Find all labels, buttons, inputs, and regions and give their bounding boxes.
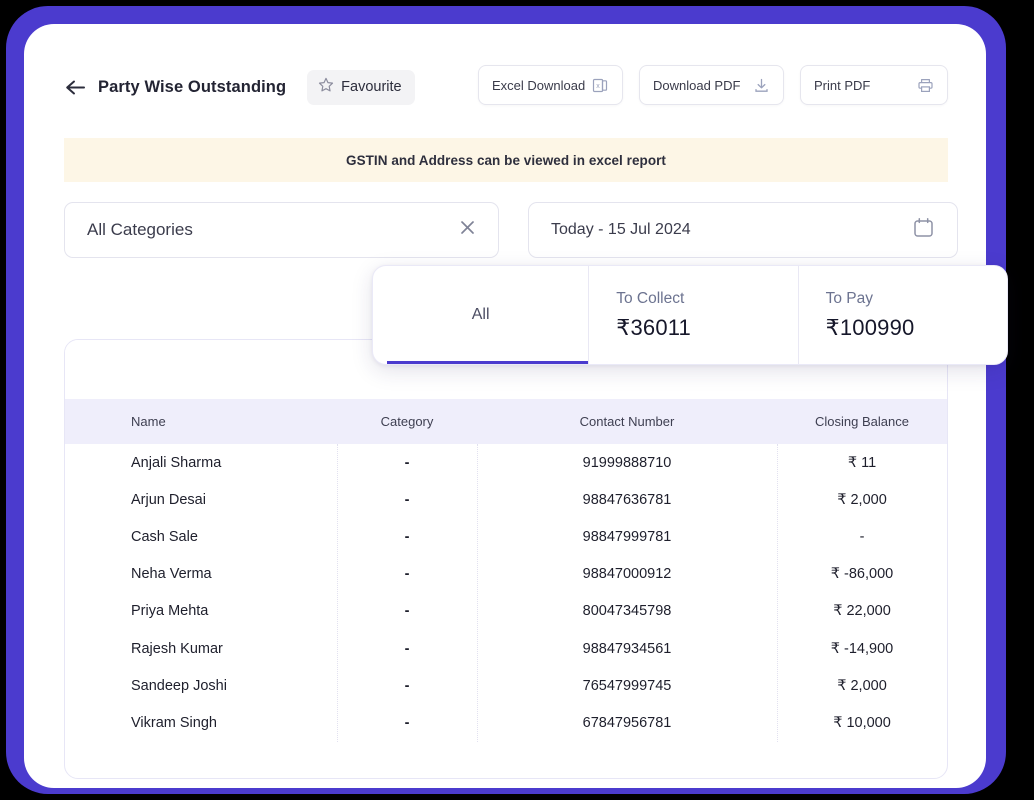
cell-category: - (337, 529, 477, 545)
summary-tab-all[interactable]: All (373, 266, 588, 364)
cell-contact: 98847934561 (477, 641, 777, 657)
summary-to-collect[interactable]: To Collect ₹36011 (588, 266, 797, 364)
printer-icon (916, 76, 934, 94)
summary-tab-all-label: All (472, 306, 490, 324)
table-body: Anjali Sharma - 91999888710 ₹ 11 Arjun D… (65, 444, 947, 742)
cell-name: Priya Mehta (65, 603, 337, 619)
cell-contact: 98847000912 (477, 566, 777, 582)
cell-balance: ₹ 2,000 (777, 492, 947, 508)
cell-name: Cash Sale (65, 529, 337, 545)
cell-balance: ₹ -14,900 (777, 641, 947, 657)
column-header-name: Name (65, 414, 337, 429)
table-row[interactable]: Arjun Desai - 98847636781 ₹ 2,000 (65, 481, 947, 518)
cell-balance: - (777, 529, 947, 545)
cell-name: Sandeep Joshi (65, 678, 337, 694)
excel-download-label: Excel Download (492, 78, 585, 93)
table-row[interactable]: Vikram Singh - 67847956781 ₹ 10,000 (65, 704, 947, 741)
excel-file-icon: x (591, 76, 609, 94)
cell-category: - (337, 492, 477, 508)
date-range-value: Today - 15 Jul 2024 (551, 221, 691, 239)
to-collect-caption: To Collect (616, 290, 797, 308)
device-frame: Party Wise Outstanding Favourite Excel D… (6, 6, 1006, 794)
column-divider (337, 444, 338, 742)
filter-row: All Categories Today - 15 Jul 2024 (64, 202, 958, 258)
column-header-category: Category (337, 414, 477, 429)
column-header-contact: Contact Number (477, 414, 777, 429)
category-filter-value: All Categories (87, 220, 193, 240)
cell-balance: ₹ -86,000 (777, 566, 947, 582)
cell-category: - (337, 678, 477, 694)
notice-text: GSTIN and Address can be viewed in excel… (346, 153, 666, 168)
table-row[interactable]: Neha Verma - 98847000912 ₹ -86,000 (65, 556, 947, 593)
print-pdf-label: Print PDF (814, 78, 870, 93)
cell-balance: ₹ 22,000 (777, 603, 947, 619)
summary-to-pay[interactable]: To Pay ₹100990 (798, 266, 1007, 364)
cell-category: - (337, 566, 477, 582)
cell-category: - (337, 455, 477, 471)
page-title: Party Wise Outstanding (98, 78, 286, 97)
cell-contact: 80047345798 (477, 603, 777, 619)
svg-text:x: x (596, 83, 600, 90)
to-pay-caption: To Pay (826, 290, 1007, 308)
cell-name: Vikram Singh (65, 715, 337, 731)
download-pdf-label: Download PDF (653, 78, 740, 93)
column-divider (477, 444, 478, 742)
outstanding-table: Name Category Contact Number Closing Bal… (64, 339, 948, 779)
calendar-icon[interactable] (912, 216, 935, 244)
active-tab-indicator (387, 361, 588, 364)
header-left-group: Party Wise Outstanding Favourite (64, 64, 415, 110)
cell-name: Neha Verma (65, 566, 337, 582)
column-divider (777, 444, 778, 742)
print-pdf-button[interactable]: Print PDF (800, 65, 948, 105)
app-surface: Party Wise Outstanding Favourite Excel D… (24, 24, 986, 788)
close-icon[interactable] (457, 217, 478, 243)
category-filter[interactable]: All Categories (64, 202, 499, 258)
cell-balance: ₹ 2,000 (777, 678, 947, 694)
download-icon (752, 76, 770, 94)
cell-contact: 91999888710 (477, 455, 777, 471)
cell-contact: 98847636781 (477, 492, 777, 508)
arrow-left-icon[interactable] (64, 76, 86, 98)
table-row[interactable]: Cash Sale - 98847999781 - (65, 518, 947, 555)
star-outline-icon (318, 77, 334, 98)
cell-name: Rajesh Kumar (65, 641, 337, 657)
table-header-row: Name Category Contact Number Closing Bal… (65, 399, 947, 444)
cell-category: - (337, 715, 477, 731)
cell-contact: 76547999745 (477, 678, 777, 694)
table-row[interactable]: Sandeep Joshi - 76547999745 ₹ 2,000 (65, 667, 947, 704)
favourite-button[interactable]: Favourite (307, 70, 414, 105)
header-actions: Excel Download x Download PDF (478, 65, 948, 105)
cell-balance: ₹ 11 (777, 455, 947, 471)
cell-category: - (337, 603, 477, 619)
summary-card: All To Collect ₹36011 To Pay ₹100990 (372, 265, 1008, 365)
cell-balance: ₹ 10,000 (777, 715, 947, 731)
to-collect-amount: ₹36011 (616, 315, 797, 341)
cell-contact: 67847956781 (477, 715, 777, 731)
cell-contact: 98847999781 (477, 529, 777, 545)
excel-download-button[interactable]: Excel Download x (478, 65, 623, 105)
cell-name: Anjali Sharma (65, 455, 337, 471)
to-pay-amount: ₹100990 (826, 315, 1007, 341)
table-row[interactable]: Priya Mehta - 80047345798 ₹ 22,000 (65, 593, 947, 630)
favourite-label: Favourite (341, 79, 401, 95)
cell-name: Arjun Desai (65, 492, 337, 508)
download-pdf-button[interactable]: Download PDF (639, 65, 784, 105)
header: Party Wise Outstanding Favourite Excel D… (64, 64, 948, 110)
table-row[interactable]: Anjali Sharma - 91999888710 ₹ 11 (65, 444, 947, 481)
cell-category: - (337, 641, 477, 657)
column-header-balance: Closing Balance (777, 414, 947, 429)
notice-banner: GSTIN and Address can be viewed in excel… (64, 138, 948, 182)
date-range-filter[interactable]: Today - 15 Jul 2024 (528, 202, 958, 258)
table-row[interactable]: Rajesh Kumar - 98847934561 ₹ -14,900 (65, 630, 947, 667)
